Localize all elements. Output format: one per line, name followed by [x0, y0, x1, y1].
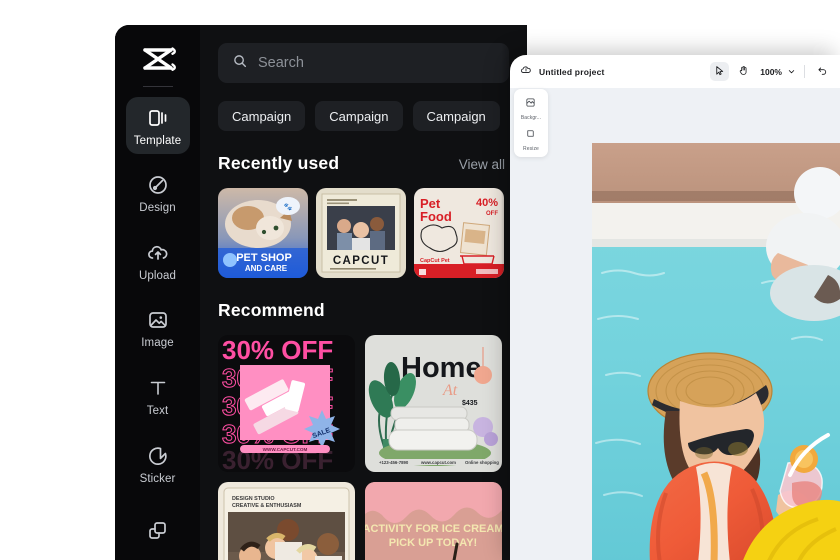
- screen-root: Template Design Upload Image Text Sticke…: [0, 0, 840, 560]
- sidebar-item-label: Text: [146, 404, 169, 417]
- design-brush-icon: [146, 172, 170, 198]
- pool-photo-canvas[interactable]: [592, 143, 840, 560]
- sidebar-item-label: Sticker: [139, 472, 176, 485]
- editor-window: Untitled project 100% Backgr... Resize: [510, 55, 840, 560]
- template-card-home[interactable]: Home. At $435 +123-456-7890 www.capcut.c…: [365, 335, 502, 472]
- capcut-app-window: Template Design Upload Image Text Sticke…: [115, 25, 527, 560]
- template-card-design-studio[interactable]: DESIGN STUDIO CREATIVE & ENTHUSIASM: [218, 482, 355, 560]
- chevron-down-icon[interactable]: [787, 63, 796, 81]
- upload-cloud-icon: [146, 240, 170, 266]
- svg-text:Food: Food: [420, 209, 452, 224]
- editor-toolbar: Untitled project 100%: [510, 55, 840, 88]
- recently-used-row: 🐾 PET SHOP AND CARE CAPCUT Pet Food 40% …: [218, 188, 527, 278]
- filter-chip-row: Campaign Campaign Campaign: [218, 101, 527, 131]
- svg-text:40%: 40%: [476, 197, 498, 209]
- sidebar-item-design[interactable]: Design: [126, 164, 190, 222]
- svg-text:+123-456-7890: +123-456-7890: [379, 460, 409, 465]
- svg-text:ACTIVITY FOR ICE CREAM: ACTIVITY FOR ICE CREAM: [365, 523, 502, 535]
- sidebar-item-label: Upload: [138, 269, 177, 282]
- editor-body: Backgr... Resize: [510, 88, 840, 560]
- template-icon: [146, 105, 170, 131]
- sidebar-item-element[interactable]: [126, 502, 190, 560]
- template-card-pet-food[interactable]: Pet Food 40% OFF CapCut Pet Best Attenti…: [414, 188, 504, 278]
- sidebar-item-label: Template: [133, 134, 182, 147]
- recently-used-header: Recently used View all: [218, 153, 505, 174]
- svg-text:Online shopping: Online shopping: [465, 460, 499, 465]
- sidebar-item-label: Image: [141, 337, 174, 350]
- editor-left-panel: Backgr... Resize: [514, 89, 548, 157]
- undo-button[interactable]: [813, 62, 832, 81]
- sticker-icon: [146, 443, 170, 469]
- rail-divider: [142, 85, 173, 87]
- background-button[interactable]: Backgr...: [521, 95, 541, 121]
- cloud-save-icon: [520, 63, 532, 81]
- recommend-header: Recommend: [218, 300, 505, 321]
- project-title[interactable]: Untitled project: [539, 67, 605, 77]
- svg-text:DESIGN STUDIO: DESIGN STUDIO: [232, 496, 275, 502]
- svg-text:AND CARE: AND CARE: [245, 264, 288, 273]
- sidebar-item-image[interactable]: Image: [126, 300, 190, 358]
- section-title: Recommend: [218, 300, 325, 320]
- svg-text:30% OFF: 30% OFF: [222, 335, 333, 365]
- text-icon: [146, 375, 170, 401]
- svg-text:WWW.CAPCUT.COM: WWW.CAPCUT.COM: [263, 447, 308, 452]
- cursor-select-icon: [714, 63, 725, 81]
- filter-chip[interactable]: Campaign: [315, 101, 403, 131]
- search-input[interactable]: Search: [218, 43, 509, 83]
- recommend-grid: 30% OFF 30% OFF 30% OFF 30% OFF 30% OFF: [218, 335, 518, 560]
- svg-text:OFF: OFF: [486, 211, 498, 217]
- sidebar-item-label: Design: [139, 202, 176, 215]
- svg-text:CAPCUT: CAPCUT: [333, 255, 389, 267]
- view-all-link[interactable]: View all: [459, 157, 505, 172]
- background-icon: [525, 95, 536, 113]
- filter-chip[interactable]: Campaign: [412, 101, 500, 131]
- sidebar-item-upload[interactable]: Upload: [126, 232, 190, 290]
- svg-text:CREATIVE & ENTHUSIASM: CREATIVE & ENTHUSIASM: [232, 503, 302, 509]
- select-tool-button[interactable]: [710, 62, 730, 81]
- svg-text:🐾: 🐾: [284, 203, 293, 211]
- svg-text:www.capcut.com: www.capcut.com: [420, 460, 456, 465]
- svg-text:PET SHOP: PET SHOP: [236, 252, 292, 264]
- editor-tool-group: 100%: [710, 62, 832, 81]
- template-card-pet-shop[interactable]: 🐾 PET SHOP AND CARE: [218, 188, 308, 278]
- resize-button[interactable]: Resize: [523, 126, 539, 152]
- hand-pan-icon: [738, 63, 749, 81]
- hand-tool-button[interactable]: [734, 62, 753, 81]
- filter-chip[interactable]: Campaign: [218, 101, 306, 131]
- search-icon: [232, 53, 248, 74]
- section-title: Recently used: [218, 153, 340, 173]
- background-label: Backgr...: [520, 115, 542, 121]
- element-icon: [146, 518, 170, 544]
- sidebar-item-sticker[interactable]: Sticker: [126, 435, 190, 493]
- zoom-level-label[interactable]: 100%: [760, 67, 782, 77]
- svg-text:At: At: [442, 382, 458, 399]
- svg-text:PICK UP TODAY!: PICK UP TODAY!: [389, 537, 477, 549]
- search-placeholder: Search: [258, 55, 304, 71]
- resize-icon: [525, 126, 536, 144]
- template-card-capcut[interactable]: CAPCUT: [316, 188, 406, 278]
- template-card-ice-cream[interactable]: ACTIVITY FOR ICE CREAM PICK UP TODAY!: [365, 482, 502, 560]
- toolbar-divider: [804, 65, 805, 78]
- sidebar-item-text[interactable]: Text: [126, 367, 190, 425]
- image-icon: [146, 307, 170, 333]
- capcut-logo-icon[interactable]: [130, 39, 186, 80]
- svg-text:$435: $435: [462, 400, 478, 407]
- template-panel: Search Campaign Campaign Campaign Recent…: [200, 25, 527, 560]
- resize-label: Resize: [523, 146, 539, 152]
- template-card-30-off[interactable]: 30% OFF 30% OFF 30% OFF 30% OFF 30% OFF: [218, 335, 355, 472]
- sidebar-item-template[interactable]: Template: [125, 96, 190, 155]
- undo-icon: [817, 63, 828, 81]
- svg-text:Best Attention: Best Attention: [420, 264, 450, 269]
- sidebar-rail: Template Design Upload Image Text Sticke…: [115, 25, 200, 560]
